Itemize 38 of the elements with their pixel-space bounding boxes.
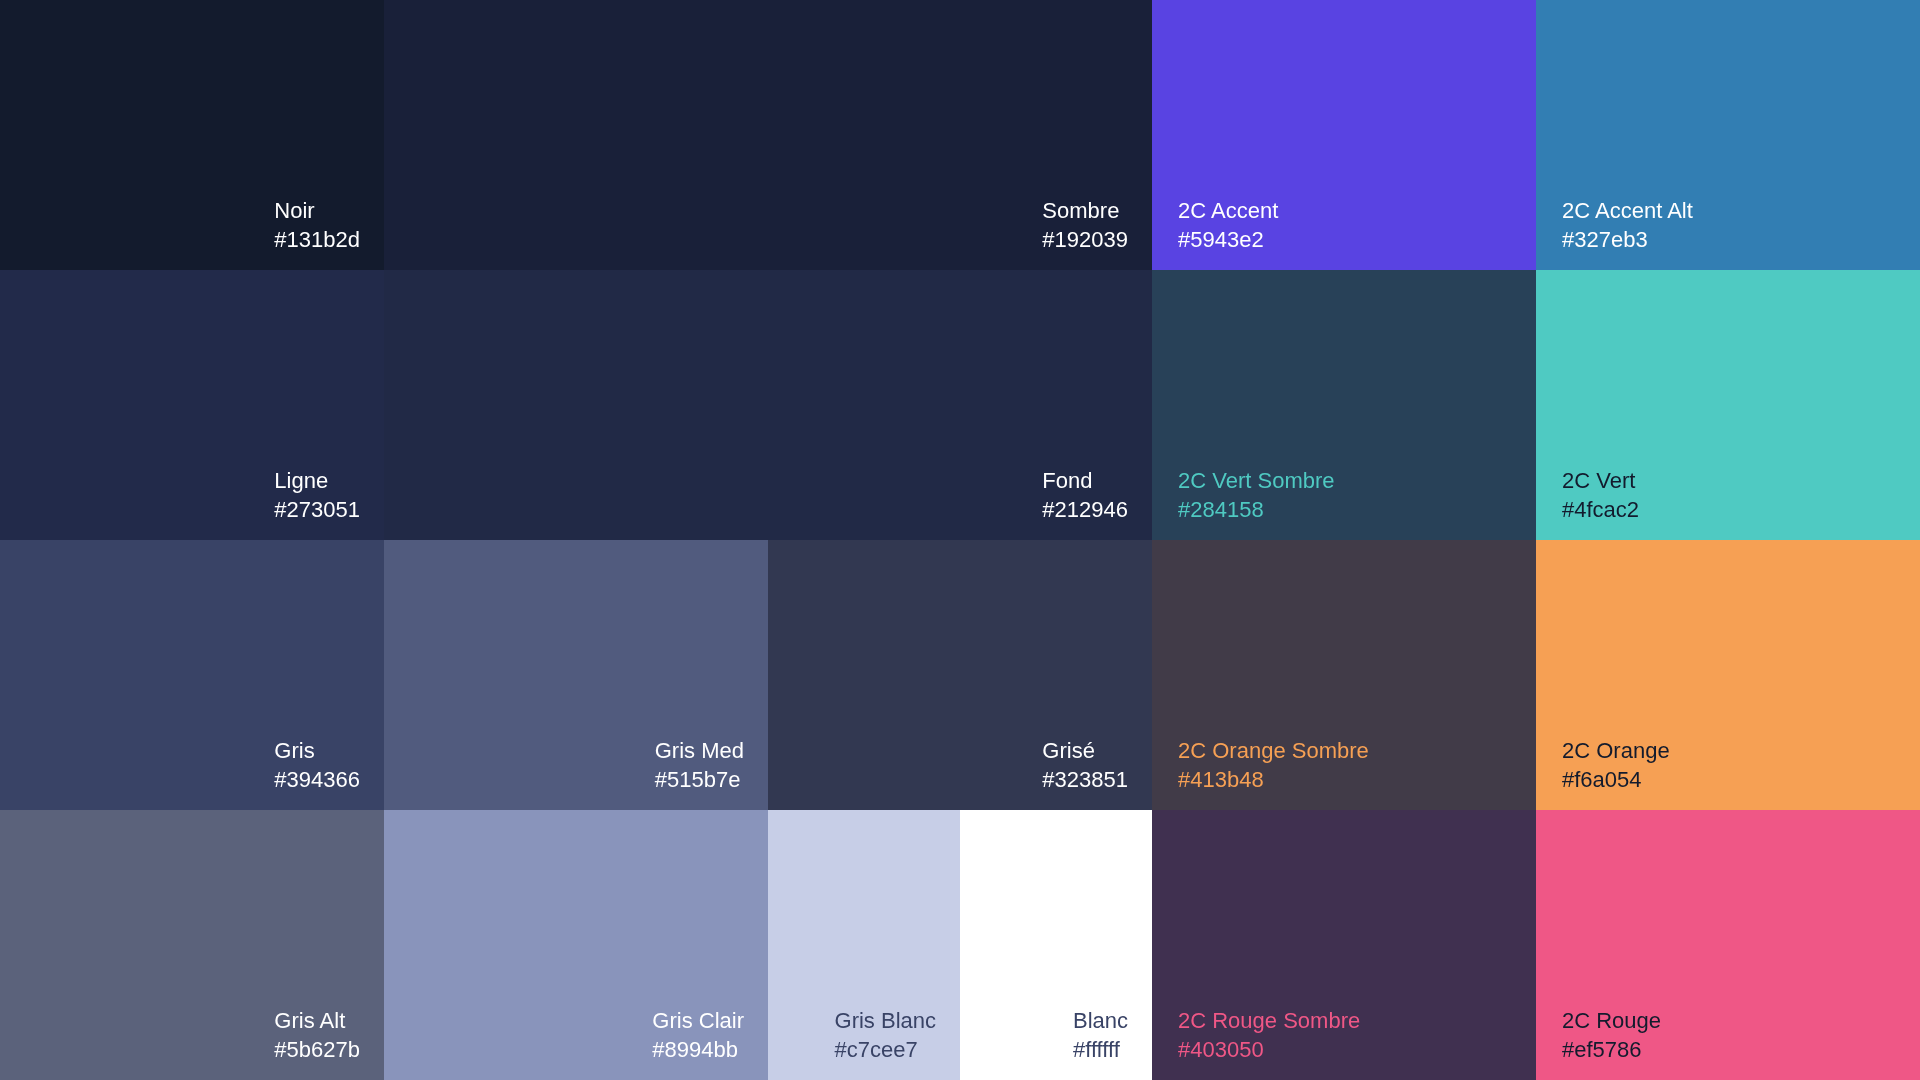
color-name: Noir — [274, 197, 316, 225]
color-name: 2C Accent Alt — [1562, 197, 1693, 225]
color-name: Grisé — [1042, 737, 1096, 765]
color-hex: #212946 — [1042, 496, 1128, 524]
color-hex: #131b2d — [274, 226, 360, 254]
color-hex: #5b627b — [274, 1036, 360, 1064]
color-name: Ligne — [274, 467, 330, 495]
color-hex: #273051 — [274, 496, 360, 524]
color-name: 2C Rouge — [1562, 1007, 1662, 1035]
color-hex: #5943e2 — [1178, 226, 1265, 254]
color-name: 2C Vert — [1562, 467, 1637, 495]
color-name: 2C Orange — [1562, 737, 1670, 765]
color-hex: #413b48 — [1178, 766, 1265, 794]
color-hex: #403050 — [1178, 1036, 1265, 1064]
color-hex: #515b7e — [654, 766, 742, 794]
color-name: Gris Med — [654, 737, 744, 765]
color-name: 2C Vert Sombre — [1178, 467, 1335, 495]
color-name: Fond — [1042, 467, 1094, 495]
color-name: Blanc — [1072, 1007, 1128, 1035]
color-name: Gris Clair — [652, 1007, 744, 1035]
color-name: 2C Orange Sombre — [1178, 737, 1369, 765]
color-hex: #c7cee7 — [834, 1036, 919, 1064]
color-name: 2C Rouge Sombre — [1178, 1007, 1361, 1035]
color-hex: #ffffff — [1072, 1036, 1121, 1064]
color-hex: #323851 — [1042, 766, 1128, 794]
color-hex: #8994bb — [652, 1036, 739, 1064]
color-hex: #394366 — [274, 766, 360, 794]
color-name: Gris — [274, 737, 316, 765]
color-name: Gris Blanc — [834, 1007, 936, 1035]
color-hex: #f6a054 — [1562, 766, 1643, 794]
color-name: Gris Alt — [274, 1007, 347, 1035]
color-hex: #4fcac2 — [1562, 496, 1640, 524]
color-hex: #192039 — [1042, 226, 1128, 254]
color-hex: #327eb3 — [1562, 226, 1649, 254]
color-name: Sombre — [1042, 197, 1121, 225]
color-hex: #284158 — [1178, 496, 1265, 524]
color-hex: #ef5786 — [1562, 1036, 1643, 1064]
color-name: 2C Accent — [1178, 197, 1279, 225]
